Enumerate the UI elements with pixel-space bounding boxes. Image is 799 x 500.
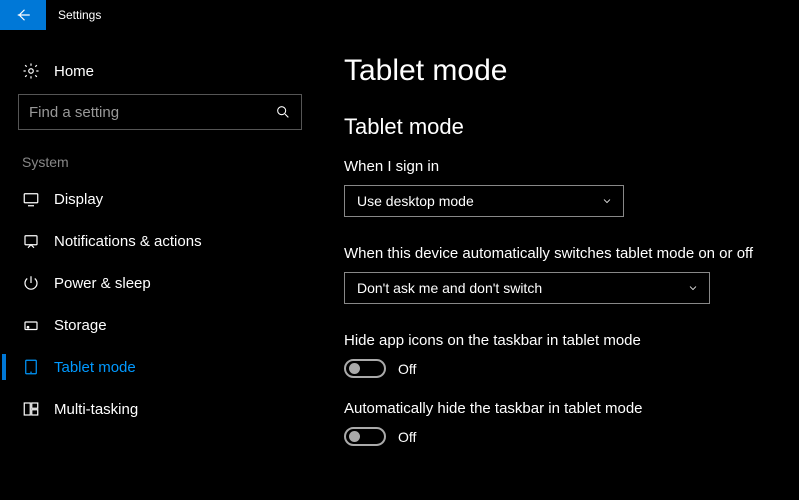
category-label: System (18, 154, 302, 178)
toggle-knob (349, 431, 360, 442)
toggle-knob (349, 363, 360, 374)
hide-taskbar-label: Automatically hide the taskbar in tablet… (344, 400, 781, 417)
gear-icon (22, 62, 40, 80)
section-title: Tablet mode (344, 114, 781, 140)
home-label: Home (54, 63, 94, 80)
storage-icon (22, 316, 40, 334)
app-title: Settings (46, 0, 101, 30)
nav-list: Display Notifications & actions Power & … (0, 178, 320, 430)
nav-label: Display (54, 191, 103, 208)
signin-label: When I sign in (344, 158, 781, 175)
search-box[interactable] (18, 94, 302, 130)
hide-icons-state: Off (398, 361, 416, 377)
hide-taskbar-state: Off (398, 429, 416, 445)
nav-item-notifications[interactable]: Notifications & actions (0, 220, 320, 262)
display-icon (22, 190, 40, 208)
nav-item-power[interactable]: Power & sleep (0, 262, 320, 304)
home-link[interactable]: Home (18, 54, 302, 94)
autoswitch-dropdown[interactable]: Don't ask me and don't switch (344, 272, 710, 304)
chevron-down-icon (687, 282, 699, 294)
arrow-left-icon (14, 6, 32, 24)
sidebar: Home System Display Notifications & acti… (0, 30, 320, 468)
signin-value: Use desktop mode (357, 193, 474, 209)
tablet-icon (22, 358, 40, 376)
nav-item-tablet-mode[interactable]: Tablet mode (0, 346, 320, 388)
nav-label: Storage (54, 317, 107, 334)
nav-item-storage[interactable]: Storage (0, 304, 320, 346)
title-bar: Settings (0, 0, 799, 30)
main-panel: Tablet mode Tablet mode When I sign in U… (320, 30, 799, 468)
signin-dropdown[interactable]: Use desktop mode (344, 185, 624, 217)
search-icon (275, 104, 291, 120)
autoswitch-label: When this device automatically switches … (344, 245, 781, 262)
hide-icons-toggle[interactable] (344, 359, 386, 378)
chevron-down-icon (601, 195, 613, 207)
notifications-icon (22, 232, 40, 250)
hide-icons-label: Hide app icons on the taskbar in tablet … (344, 332, 781, 349)
autoswitch-value: Don't ask me and don't switch (357, 280, 542, 296)
power-icon (22, 274, 40, 292)
nav-item-multitasking[interactable]: Multi-tasking (0, 388, 320, 430)
nav-label: Power & sleep (54, 275, 151, 292)
nav-item-display[interactable]: Display (0, 178, 320, 220)
search-input[interactable] (29, 104, 275, 121)
back-button[interactable] (0, 0, 46, 30)
multitasking-icon (22, 400, 40, 418)
nav-label: Multi-tasking (54, 401, 138, 418)
nav-label: Notifications & actions (54, 233, 202, 250)
nav-label: Tablet mode (54, 359, 136, 376)
hide-taskbar-toggle[interactable] (344, 427, 386, 446)
page-title: Tablet mode (344, 54, 781, 88)
